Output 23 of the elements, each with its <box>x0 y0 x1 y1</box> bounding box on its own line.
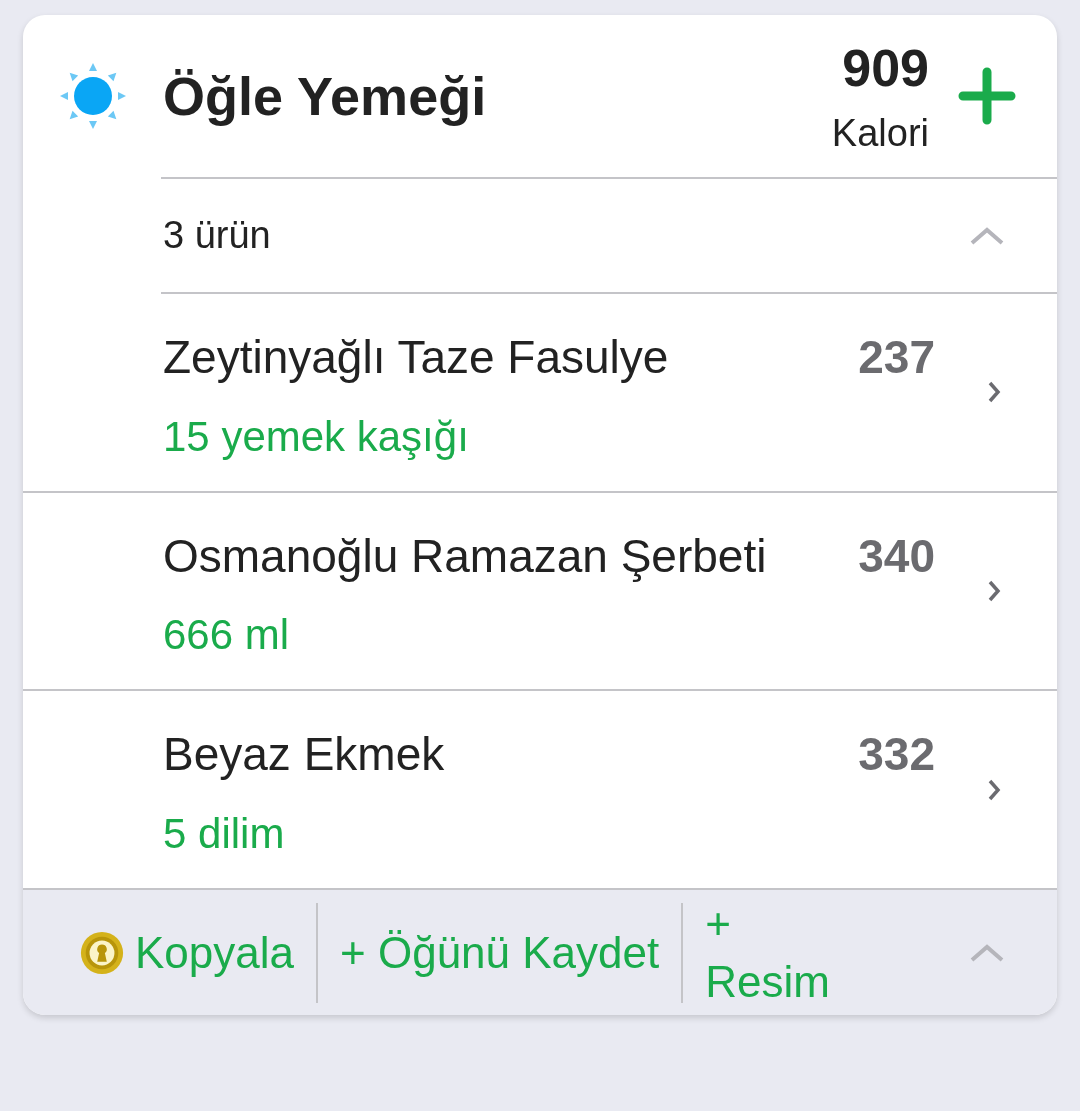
food-calories: 332 <box>858 727 935 783</box>
calorie-unit: Kalori <box>831 111 929 155</box>
food-name: Osmanoğlu Ramazan Şerbeti <box>163 528 767 584</box>
calorie-total: 909 <box>842 37 929 98</box>
food-portion: 5 dilim <box>163 810 286 859</box>
sun-icon <box>58 61 128 131</box>
food-calories: 237 <box>858 330 935 385</box>
food-portion: 666 ml <box>163 611 291 660</box>
chevron-right-icon <box>987 777 1001 802</box>
item-count: 3 ürün <box>163 214 271 257</box>
caret-icon[interactable] <box>969 225 1005 246</box>
food-item[interactable]: Osmanoğlu Ramazan Şerbeti 340 666 ml <box>23 492 1057 692</box>
badge-icon <box>79 929 125 976</box>
chevron-right-icon <box>987 380 1001 405</box>
meal-title: Öğle Yemeği <box>163 65 488 127</box>
food-portion: 15 yemek kaşığı <box>163 412 470 461</box>
caret-icon[interactable] <box>969 942 1005 963</box>
food-item[interactable]: Zeytinyağlı Taze Fasulye 237 15 yemek kaşığı <box>23 294 1057 493</box>
food-name: Beyaz Ekmek <box>163 727 445 783</box>
add-icon[interactable] <box>957 66 1017 126</box>
food-calories: 340 <box>858 528 935 584</box>
food-name: Zeytinyağlı Taze Fasulye <box>163 330 669 385</box>
chevron-right-icon <box>987 579 1001 604</box>
